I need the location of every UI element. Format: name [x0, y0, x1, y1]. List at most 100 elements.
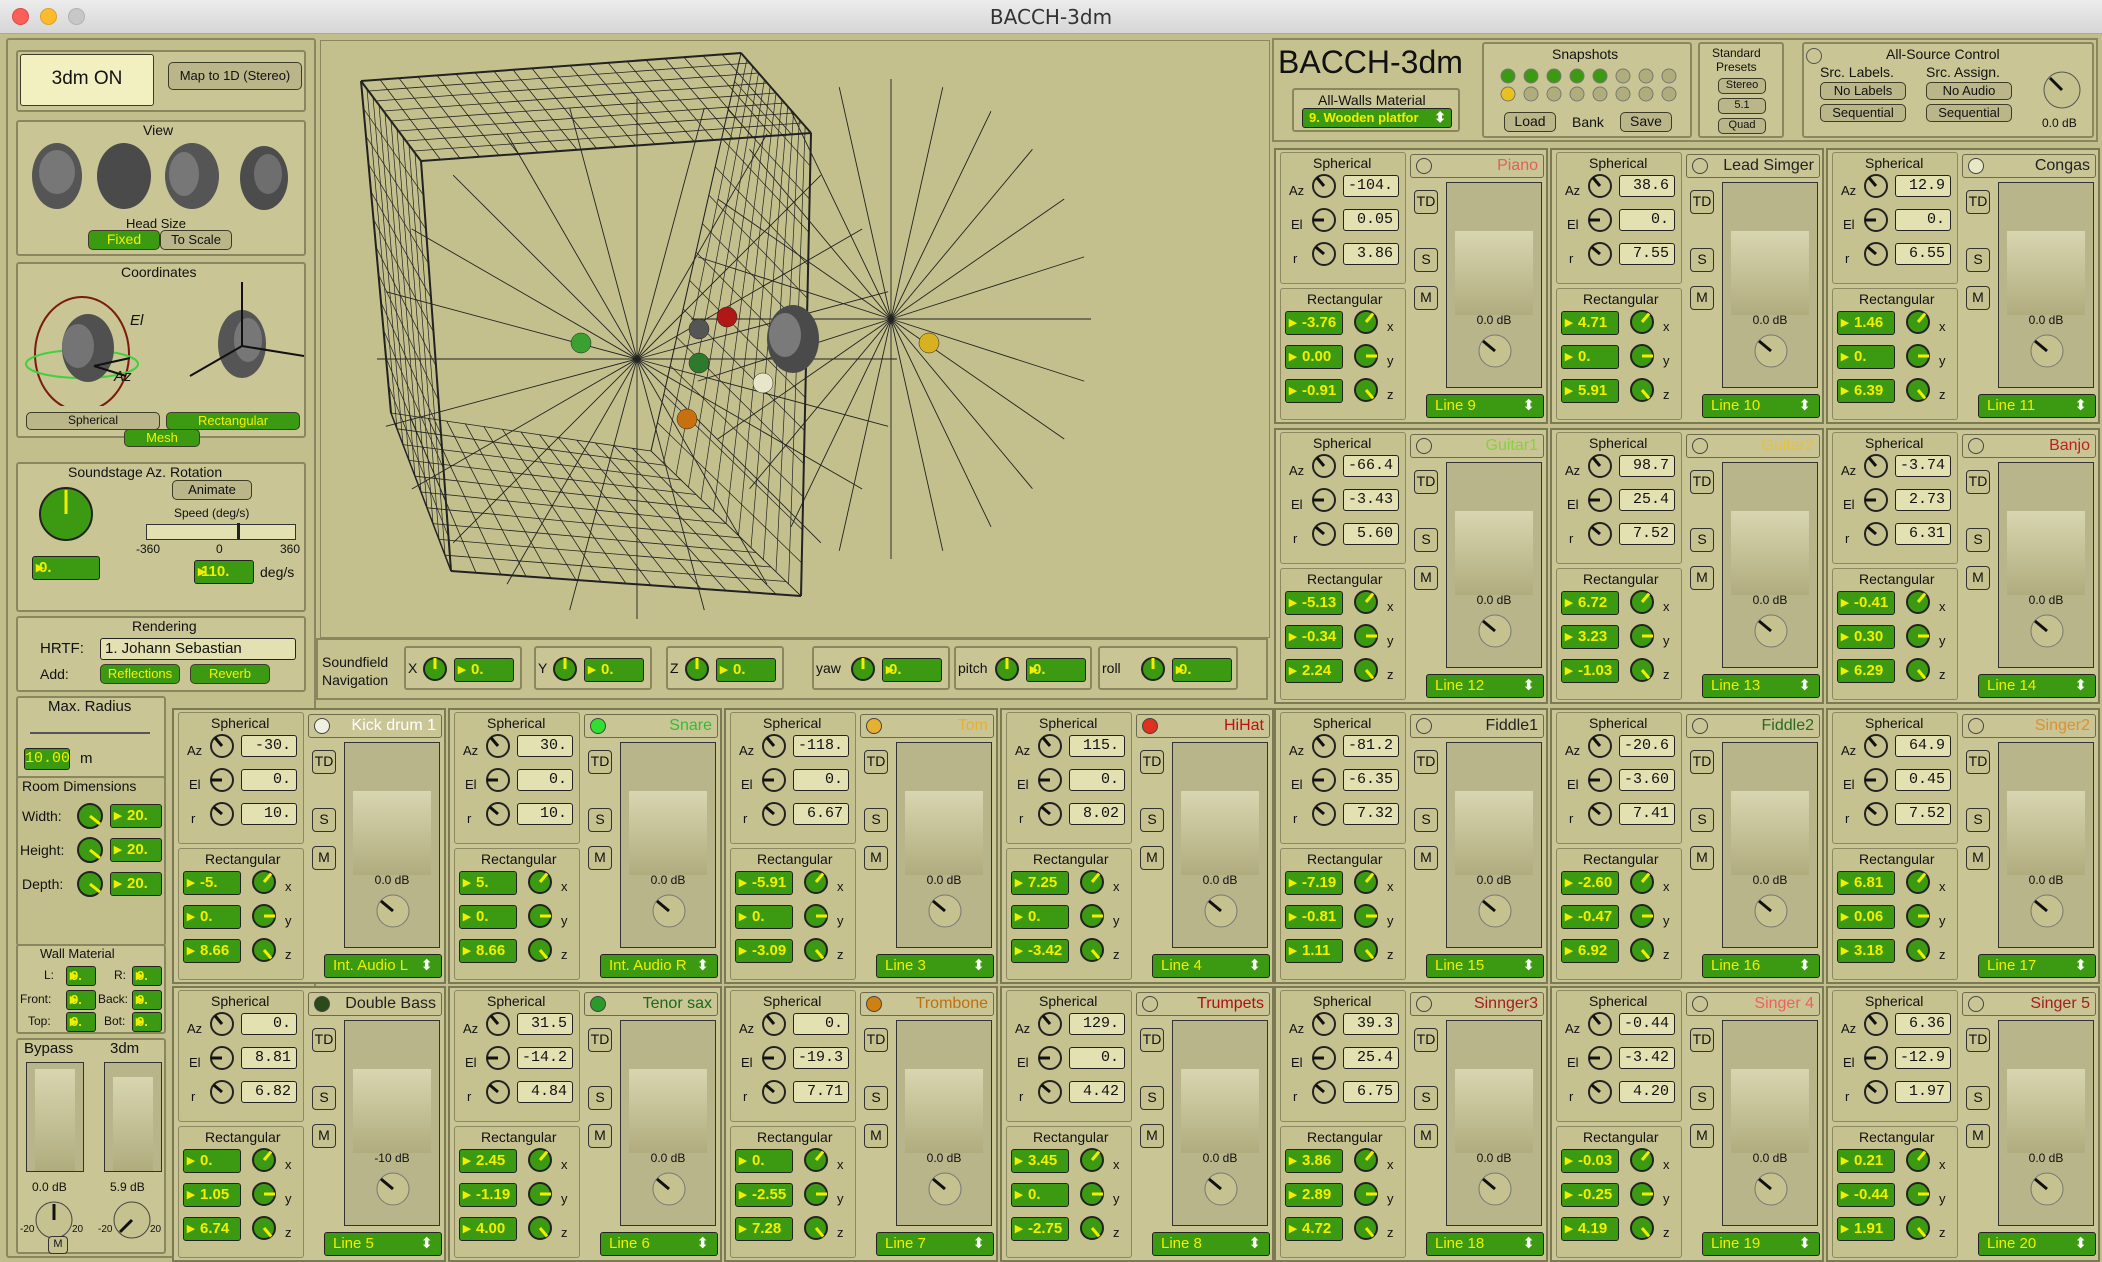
solo-button[interactable]: S [1140, 808, 1164, 832]
z-value[interactable]: 6.74 [183, 1217, 241, 1241]
source-name[interactable]: HiHat [1136, 714, 1270, 738]
source-color-icon[interactable] [1968, 438, 1984, 454]
r-value[interactable]: 7.52 [1619, 523, 1675, 545]
preset-stereo-button[interactable]: Stereo [1718, 78, 1766, 94]
el-value[interactable]: -3.42 [1619, 1047, 1675, 1069]
spherical-coords-button[interactable]: Spherical [26, 412, 160, 430]
source-name[interactable]: Congas [1962, 154, 2096, 178]
room-width-value[interactable]: 20. [110, 804, 162, 828]
az-value[interactable]: 39.3 [1343, 1013, 1399, 1035]
y-value[interactable]: 3.23 [1561, 625, 1619, 649]
mute-button[interactable]: M [1690, 1124, 1714, 1148]
solo-button[interactable]: S [1966, 1086, 1990, 1110]
td-button[interactable]: TD [312, 1028, 336, 1052]
input-line-select[interactable]: Line 15 [1426, 954, 1544, 978]
az-value[interactable]: -3.74 [1895, 455, 1951, 477]
close-window-icon[interactable] [12, 8, 29, 25]
level-meter[interactable]: 0.0 dB [1998, 182, 2094, 388]
level-meter[interactable]: 0.0 dB [620, 742, 716, 948]
minimize-window-icon[interactable] [40, 8, 57, 25]
az-value[interactable]: 0. [793, 1013, 849, 1035]
td-button[interactable]: TD [1966, 470, 1990, 494]
r-value[interactable]: 10. [517, 803, 573, 825]
rotation-value[interactable]: 0. [32, 556, 100, 580]
mute-button[interactable]: M [588, 846, 612, 870]
solo-button[interactable]: S [1690, 1086, 1714, 1110]
animate-button[interactable]: Animate [172, 480, 252, 500]
az-value[interactable]: 115. [1069, 735, 1125, 757]
r-value[interactable]: 4.84 [517, 1081, 573, 1103]
wall-bot-value[interactable]: 9. [132, 1012, 162, 1032]
mute-button[interactable]: M [1140, 846, 1164, 870]
mute-button[interactable]: M [1414, 1124, 1438, 1148]
input-line-select[interactable]: Line 4 [1152, 954, 1270, 978]
source-color-icon[interactable] [866, 996, 882, 1012]
mute-button[interactable]: M [1966, 286, 1990, 310]
input-line-select[interactable]: Line 9 [1426, 394, 1544, 418]
solo-button[interactable]: S [1966, 808, 1990, 832]
no-audio-button[interactable]: No Audio [1926, 82, 2012, 100]
room-dimension-knobs[interactable] [76, 802, 106, 912]
source-color-icon[interactable] [1968, 158, 1984, 174]
max-radius-value[interactable]: 10.00 [24, 748, 70, 770]
x-value[interactable]: 0. [735, 1149, 793, 1173]
r-value[interactable]: 7.52 [1895, 803, 1951, 825]
el-value[interactable]: -19.3 [793, 1047, 849, 1069]
el-value[interactable]: 0. [1069, 769, 1125, 791]
mute-button[interactable]: M [588, 1124, 612, 1148]
level-meter[interactable]: 0.0 dB [1722, 462, 1818, 668]
solo-button[interactable]: S [864, 808, 888, 832]
source-color-icon[interactable] [1416, 996, 1432, 1012]
y-value[interactable]: 0. [735, 905, 793, 929]
mute-button[interactable]: M [1690, 286, 1714, 310]
gain-knob[interactable] [1203, 893, 1239, 934]
y-value[interactable]: 1.05 [183, 1183, 241, 1207]
source-name[interactable]: Fiddle1 [1410, 714, 1544, 738]
solo-button[interactable]: S [1690, 528, 1714, 552]
z-value[interactable]: 3.18 [1837, 939, 1895, 963]
x-value[interactable]: 0.21 [1837, 1149, 1895, 1173]
gain-knob[interactable] [927, 893, 963, 934]
gain-knob[interactable] [2029, 1171, 2065, 1212]
level-meter[interactable]: 0.0 dB [896, 1020, 992, 1226]
az-value[interactable]: 30. [517, 735, 573, 757]
source-color-icon[interactable] [590, 996, 606, 1012]
level-meter[interactable]: 0.0 dB [1446, 182, 1542, 388]
r-value[interactable]: 10. [241, 803, 297, 825]
x-value[interactable]: -5.91 [735, 871, 793, 895]
y-value[interactable]: -0.81 [1285, 905, 1343, 929]
input-line-select[interactable]: Line 8 [1152, 1232, 1270, 1256]
el-value[interactable]: 0.05 [1343, 209, 1399, 231]
x-value[interactable]: -7.19 [1285, 871, 1343, 895]
z-value[interactable]: 8.66 [459, 939, 517, 963]
z-value[interactable]: 4.19 [1561, 1217, 1619, 1241]
gain-knob[interactable] [375, 1171, 411, 1212]
x-value[interactable]: 6.81 [1837, 871, 1895, 895]
head-size-fixed-button[interactable]: Fixed [88, 230, 160, 250]
gain-knob[interactable] [1753, 333, 1789, 374]
gain-knob[interactable] [375, 893, 411, 934]
master-gain-knob[interactable] [2042, 70, 2082, 110]
solo-button[interactable]: S [1140, 1086, 1164, 1110]
el-value[interactable]: 0. [517, 769, 573, 791]
source-name[interactable]: Banjo [1962, 434, 2096, 458]
r-value[interactable]: 6.55 [1895, 243, 1951, 265]
x-value[interactable]: 1.46 [1837, 311, 1895, 335]
td-button[interactable]: TD [1414, 1028, 1438, 1052]
source-name[interactable]: Singer 4 [1686, 992, 1820, 1016]
r-value[interactable]: 4.20 [1619, 1081, 1675, 1103]
x-value[interactable]: 6.72 [1561, 591, 1619, 615]
level-meter[interactable]: 0.0 dB [344, 742, 440, 948]
y-value[interactable]: 0. [183, 905, 241, 929]
r-value[interactable]: 3.86 [1343, 243, 1399, 265]
no-labels-button[interactable]: No Labels [1820, 82, 1906, 100]
room-wireframe[interactable] [321, 41, 1271, 639]
el-value[interactable]: 25.4 [1619, 489, 1675, 511]
r-value[interactable]: 7.32 [1343, 803, 1399, 825]
source-color-icon[interactable] [1142, 718, 1158, 734]
solo-button[interactable]: S [1690, 808, 1714, 832]
source-name[interactable]: Kick drum 1 [308, 714, 442, 738]
rotation-dial[interactable] [38, 486, 94, 542]
z-value[interactable]: 7.28 [735, 1217, 793, 1241]
z-value[interactable]: -1.03 [1561, 659, 1619, 683]
